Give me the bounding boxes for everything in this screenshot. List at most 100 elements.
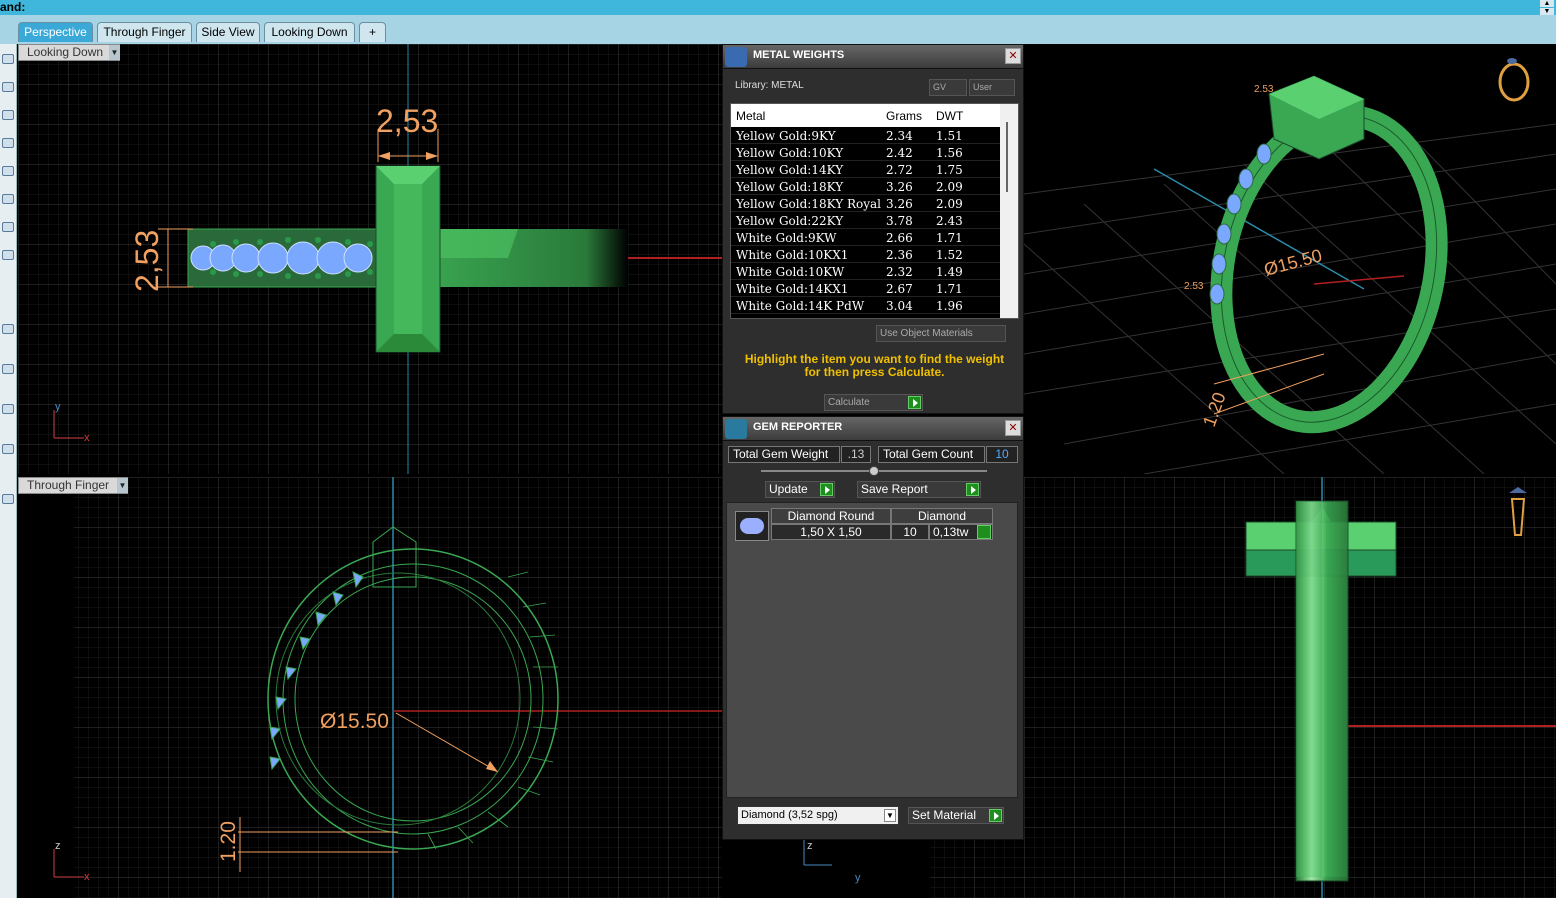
- calculate-hint: Highlight the item you want to find the …: [744, 352, 1005, 379]
- gem-list[interactable]: Diamond Round Diamond 1,50 X 1,50 10 0,1…: [726, 502, 1018, 798]
- total-gem-weight-label: Total Gem Weight: [728, 446, 840, 463]
- axis-y-label: y: [855, 872, 861, 884]
- play-icon: [989, 809, 1002, 822]
- looking-down-height-dim: 2,53: [129, 230, 165, 292]
- viewport-through-finger[interactable]: Ø15.50 1.20 x z Through Finger ▼: [18, 477, 722, 898]
- tool-icon[interactable]: [2, 444, 14, 454]
- tab-through-finger[interactable]: Through Finger: [97, 22, 192, 42]
- table-row[interactable]: White Gold:14KX1 2.67 1.71: [731, 280, 1001, 297]
- tab-side-view[interactable]: Side View: [196, 22, 260, 42]
- table-row[interactable]: White Gold:10KW 2.32 1.49: [731, 263, 1001, 280]
- chevron-down-icon[interactable]: ▼: [117, 478, 128, 493]
- update-label: Update: [769, 482, 808, 496]
- library-label: Library: METAL: [735, 80, 804, 91]
- tab-looking-down[interactable]: Looking Down: [264, 22, 355, 42]
- flask-icon: [725, 47, 747, 67]
- ring-view-icon[interactable]: [1498, 62, 1530, 102]
- user-button-label: User: [973, 82, 993, 92]
- table-row[interactable]: Yellow Gold:10KY 2.42 1.56: [731, 144, 1001, 161]
- tool-icon[interactable]: [2, 324, 14, 334]
- tool-icon[interactable]: [2, 54, 14, 64]
- set-material-label: Set Material: [912, 808, 977, 822]
- axis-y-label: y: [55, 401, 61, 413]
- col-metal[interactable]: Metal: [736, 109, 765, 123]
- total-gem-weight-value: .13: [841, 446, 871, 463]
- material-select[interactable]: Diamond (3,52 spg) ▼: [737, 806, 899, 825]
- command-label: and:: [0, 0, 26, 14]
- metal-weights-titlebar[interactable]: METAL WEIGHTS ✕: [723, 45, 1023, 69]
- calculate-button[interactable]: Calculate: [824, 394, 923, 411]
- tool-icon[interactable]: [2, 138, 14, 148]
- viewport-label-looking-down[interactable]: Looking Down ▼: [18, 44, 120, 61]
- save-report-label: Save Report: [861, 482, 928, 496]
- tool-icon[interactable]: [2, 364, 14, 374]
- tool-icon[interactable]: [2, 494, 14, 504]
- metal-weights-panel: METAL WEIGHTS ✕ Library: METAL GV User M…: [722, 44, 1024, 414]
- gem-count-cell: 10: [891, 524, 929, 540]
- looking-down-canvas: 2,53 2,53 x y: [18, 44, 722, 474]
- save-report-button[interactable]: Save Report: [857, 481, 981, 498]
- gv-button-label: GV: [933, 82, 947, 92]
- gv-button[interactable]: GV: [929, 79, 967, 96]
- user-button[interactable]: User: [969, 79, 1015, 96]
- tool-icon[interactable]: [2, 222, 14, 232]
- metal-table-scrollbar[interactable]: [1000, 104, 1018, 318]
- through-finger-thickness-dim: 1.20: [217, 821, 240, 862]
- through-finger-diameter-dim: Ø15.50: [320, 710, 389, 733]
- perspective-canvas: Ø15.50 2.53 2.53 1.20: [1024, 58, 1556, 474]
- tool-icon[interactable]: [2, 250, 14, 260]
- tool-icon[interactable]: [2, 404, 14, 414]
- command-scroll-up[interactable]: ▲: [1540, 0, 1554, 7]
- calculate-label: Calculate: [828, 397, 870, 408]
- axis-x-label: x: [84, 871, 90, 883]
- viewport-label-through-finger[interactable]: Through Finger ▼: [18, 477, 128, 494]
- metal-table[interactable]: Metal Grams DWT Yellow Gold:9KY 2.34 1.51 …: [730, 103, 1019, 319]
- slider-handle[interactable]: [869, 466, 879, 476]
- total-gem-count-value: 10: [986, 446, 1018, 463]
- tool-icon[interactable]: [2, 166, 14, 176]
- scrollbar-thumb[interactable]: [1006, 122, 1008, 192]
- perspective-side-dim: 2.53: [1184, 281, 1204, 292]
- table-row[interactable]: Yellow Gold:18KY 3.26 2.09: [731, 178, 1001, 195]
- metal-weights-title: METAL WEIGHTS: [753, 49, 845, 61]
- chevron-down-icon[interactable]: ▼: [109, 45, 120, 60]
- tool-icon[interactable]: [2, 82, 14, 92]
- tool-icon[interactable]: [2, 194, 14, 204]
- chevron-down-icon[interactable]: ▼: [884, 809, 896, 822]
- play-icon[interactable]: [977, 525, 991, 539]
- close-icon[interactable]: ✕: [1005, 420, 1021, 436]
- command-bar: and: ▲ ▼: [0, 0, 1556, 15]
- close-icon[interactable]: ✕: [1005, 48, 1021, 64]
- gem-reporter-panel: GEM REPORTER ✕ Total Gem Weight .13 Tota…: [722, 416, 1024, 840]
- update-button[interactable]: Update: [765, 481, 835, 498]
- col-dwt[interactable]: DWT: [936, 109, 963, 123]
- viewport-label-text: Looking Down: [27, 45, 104, 59]
- axis-z-label: z: [807, 840, 813, 852]
- gem-reporter-titlebar[interactable]: GEM REPORTER ✕: [723, 417, 1023, 441]
- use-object-materials-toggle[interactable]: Use Object Materials: [876, 325, 1006, 342]
- report-icon: [725, 419, 747, 439]
- perspective-top-dim: 2.53: [1254, 84, 1274, 95]
- tab-perspective[interactable]: Perspective: [18, 22, 93, 42]
- table-row[interactable]: Yellow Gold:14KY 2.72 1.75: [731, 161, 1001, 178]
- gem-type-header: Diamond Round: [771, 508, 891, 524]
- axis-x-label: x: [84, 432, 90, 444]
- looking-down-width-dim: 2,53: [376, 103, 438, 139]
- command-scroll-down[interactable]: ▼: [1540, 8, 1554, 15]
- add-tab-button[interactable]: +: [359, 22, 386, 42]
- table-row[interactable]: Yellow Gold:22KY 3.78 2.43: [731, 212, 1001, 229]
- tool-icon[interactable]: [2, 110, 14, 120]
- gem-reporter-title: GEM REPORTER: [753, 421, 843, 433]
- table-row[interactable]: Yellow Gold:18KY Royal 3.26 2.09: [731, 195, 1001, 212]
- viewport-perspective[interactable]: Ø15.50 2.53 2.53 1.20: [1024, 44, 1556, 474]
- axis-z-label: z: [55, 840, 61, 852]
- viewport-looking-down[interactable]: 2,53 2,53 x y Looking Down ▼: [18, 44, 722, 474]
- use-object-materials-label: Use Object Materials: [880, 328, 973, 339]
- table-row[interactable]: White Gold:10KX1 2.36 1.52: [731, 246, 1001, 263]
- play-icon: [820, 483, 833, 496]
- set-material-button[interactable]: Set Material: [908, 807, 1004, 824]
- table-row[interactable]: Yellow Gold:9KY 2.34 1.51: [731, 127, 1001, 144]
- table-row[interactable]: White Gold:9KW 2.66 1.71: [731, 229, 1001, 246]
- table-row[interactable]: White Gold:14K PdW 3.04 1.96: [731, 297, 1001, 314]
- col-grams[interactable]: Grams: [886, 109, 922, 123]
